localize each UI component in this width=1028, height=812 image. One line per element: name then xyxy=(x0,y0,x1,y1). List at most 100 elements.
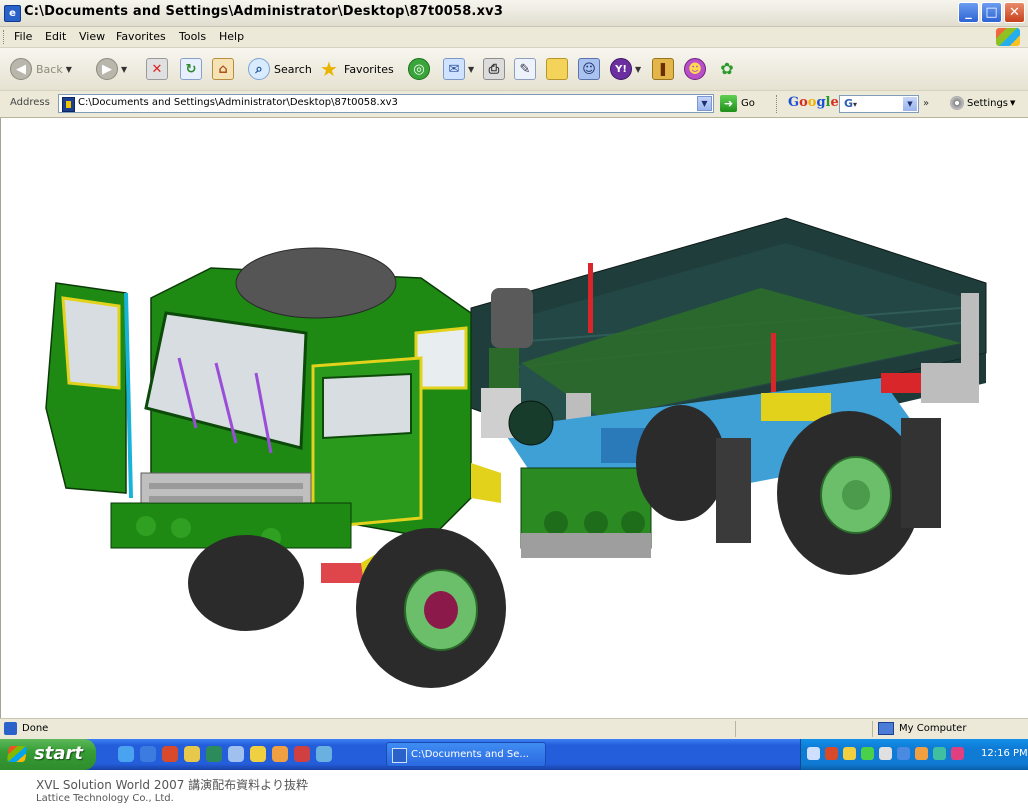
search-icon: ⌕ xyxy=(248,58,270,80)
status-divider xyxy=(872,721,873,737)
folder-icon xyxy=(546,58,568,80)
tray-app-icon[interactable] xyxy=(915,747,928,760)
forward-button[interactable]: ▶ ▼ xyxy=(96,56,127,82)
browser-window: e C:\Documents and Settings\Administrato… xyxy=(0,0,1028,770)
tray-app-icon[interactable] xyxy=(933,747,946,760)
print-button[interactable]: ⎙ xyxy=(483,56,505,82)
msn-button[interactable]: ☻ xyxy=(684,56,706,82)
minimize-button[interactable]: _ xyxy=(958,2,979,23)
viewer-content[interactable] xyxy=(0,118,1028,718)
go-arrow-icon[interactable]: ➜ xyxy=(720,95,737,112)
quicklaunch-smiley-icon[interactable] xyxy=(250,746,266,762)
tray-chevron-icon[interactable] xyxy=(807,747,820,760)
refresh-button[interactable]: ↻ xyxy=(180,56,202,82)
quicklaunch-ie-icon[interactable] xyxy=(140,746,156,762)
messenger-icon: ☺ xyxy=(578,58,600,80)
menu-file[interactable]: File xyxy=(14,30,32,43)
home-icon: ⌂ xyxy=(212,58,234,80)
yahoo-icon: Y! xyxy=(610,58,632,80)
windows-logo-icon xyxy=(996,28,1020,46)
menu-edit[interactable]: Edit xyxy=(45,30,66,43)
messenger-button[interactable]: ☺ xyxy=(578,56,600,82)
page-done-icon xyxy=(4,722,17,735)
ie-app-icon[interactable]: e xyxy=(4,5,21,22)
google-settings-button[interactable]: Settings ▼ xyxy=(950,96,1015,110)
search-button[interactable]: ⌕ Search xyxy=(248,56,312,82)
toolbar-overflow-chevron[interactable]: » xyxy=(923,98,929,109)
address-label: Address xyxy=(10,97,50,108)
quicklaunch-app-icon[interactable] xyxy=(206,746,222,762)
bookmark-button[interactable]: ❚ xyxy=(652,56,674,82)
media-button[interactable]: ◎ xyxy=(408,56,430,82)
toolbar-grip[interactable] xyxy=(3,30,6,44)
stop-icon: ✕ xyxy=(146,58,168,80)
print-icon: ⎙ xyxy=(483,58,505,80)
quicklaunch-app-icon[interactable] xyxy=(272,746,288,762)
yahoo-button[interactable]: Y! ▼ xyxy=(610,56,641,82)
tray-app-icon[interactable] xyxy=(879,747,892,760)
mail-button[interactable]: ✉ ▼ xyxy=(443,56,474,82)
menu-bar: File Edit View Favorites Tools Help xyxy=(0,27,1028,48)
my-computer-icon xyxy=(878,722,894,735)
forward-icon: ▶ xyxy=(96,58,118,80)
quicklaunch-show-desktop-icon[interactable] xyxy=(118,746,134,762)
stop-button[interactable]: ✕ xyxy=(146,56,168,82)
go-button[interactable]: Go xyxy=(741,98,755,109)
status-bar: Done My Computer xyxy=(0,718,1028,739)
title-bar: e C:\Documents and Settings\Administrato… xyxy=(0,0,1028,27)
taskbar-window-button[interactable]: C:\Documents and Se... xyxy=(386,742,546,767)
truck-3d-model[interactable] xyxy=(1,118,1028,718)
mail-icon: ✉ xyxy=(443,58,465,80)
security-zone: My Computer xyxy=(878,722,966,735)
chevron-down-icon[interactable]: ▼ xyxy=(635,65,641,74)
google-search-value[interactable]: G xyxy=(844,97,853,110)
chevron-down-icon[interactable]: ▼ xyxy=(66,65,72,74)
tray-app-icon[interactable] xyxy=(951,747,964,760)
menu-help[interactable]: Help xyxy=(219,30,244,43)
back-button[interactable]: ◀ Back ▼ xyxy=(10,56,72,82)
home-button[interactable]: ⌂ xyxy=(212,56,234,82)
windows-flag-icon xyxy=(6,746,28,762)
chevron-down-icon[interactable]: ▼ xyxy=(121,65,127,74)
chevron-down-icon[interactable]: ▼ xyxy=(468,65,474,74)
taskbar-window-label: C:\Documents and Se... xyxy=(411,749,529,760)
quicklaunch-app-icon[interactable] xyxy=(294,746,310,762)
tray-network-icon[interactable] xyxy=(897,747,910,760)
window-title: C:\Documents and Settings\Administrator\… xyxy=(24,4,504,19)
quicklaunch-folder-icon[interactable] xyxy=(184,746,200,762)
tray-app-icon[interactable] xyxy=(843,747,856,760)
caption-line-2: Lattice Technology Co., Ltd. xyxy=(36,793,174,804)
address-url[interactable]: C:\Documents and Settings\Administrator\… xyxy=(78,97,398,108)
address-input[interactable]: C:\Documents and Settings\Administrator\… xyxy=(58,94,714,113)
quicklaunch-app-icon[interactable] xyxy=(228,746,244,762)
start-button[interactable]: start xyxy=(0,739,96,770)
menu-tools[interactable]: Tools xyxy=(179,30,206,43)
quicklaunch-app-icon[interactable] xyxy=(316,746,332,762)
close-button[interactable]: ✕ xyxy=(1004,2,1025,23)
refresh-icon: ↻ xyxy=(180,58,202,80)
taskbar: start C:\Documents and Se... 12:16 PM xyxy=(0,739,1028,770)
favorites-label: Favorites xyxy=(344,62,394,76)
discuss-button[interactable] xyxy=(546,56,568,82)
maximize-button[interactable]: □ xyxy=(981,2,1002,23)
quicklaunch-media-icon[interactable] xyxy=(162,746,178,762)
butterfly-button[interactable]: ✿ xyxy=(716,56,738,82)
butterfly-icon: ✿ xyxy=(720,59,734,78)
chevron-down-icon[interactable]: ▼ xyxy=(903,97,917,111)
favorites-button[interactable]: ★ Favorites xyxy=(318,56,394,82)
msn-icon: ☻ xyxy=(684,58,706,80)
tray-app-icon[interactable] xyxy=(861,747,874,760)
tray-app-icon[interactable] xyxy=(825,747,838,760)
caption-line-1: XVL Solution World 2007 講演配布資料より抜粋 xyxy=(36,778,308,792)
front-wheel xyxy=(188,528,506,688)
gear-icon xyxy=(950,96,964,110)
tray-clock[interactable]: 12:16 PM xyxy=(981,748,1028,759)
google-search-input[interactable]: G▾ ▼ xyxy=(839,95,919,113)
media-icon: ◎ xyxy=(408,58,430,80)
address-dropdown-icon[interactable]: ▼ xyxy=(697,96,712,111)
edit-button[interactable]: ✎ xyxy=(514,56,536,82)
menu-view[interactable]: View xyxy=(79,30,105,43)
menu-favorites[interactable]: Favorites xyxy=(116,30,166,43)
favorites-star-icon: ★ xyxy=(320,57,338,81)
system-tray: 12:16 PM xyxy=(800,739,1028,770)
